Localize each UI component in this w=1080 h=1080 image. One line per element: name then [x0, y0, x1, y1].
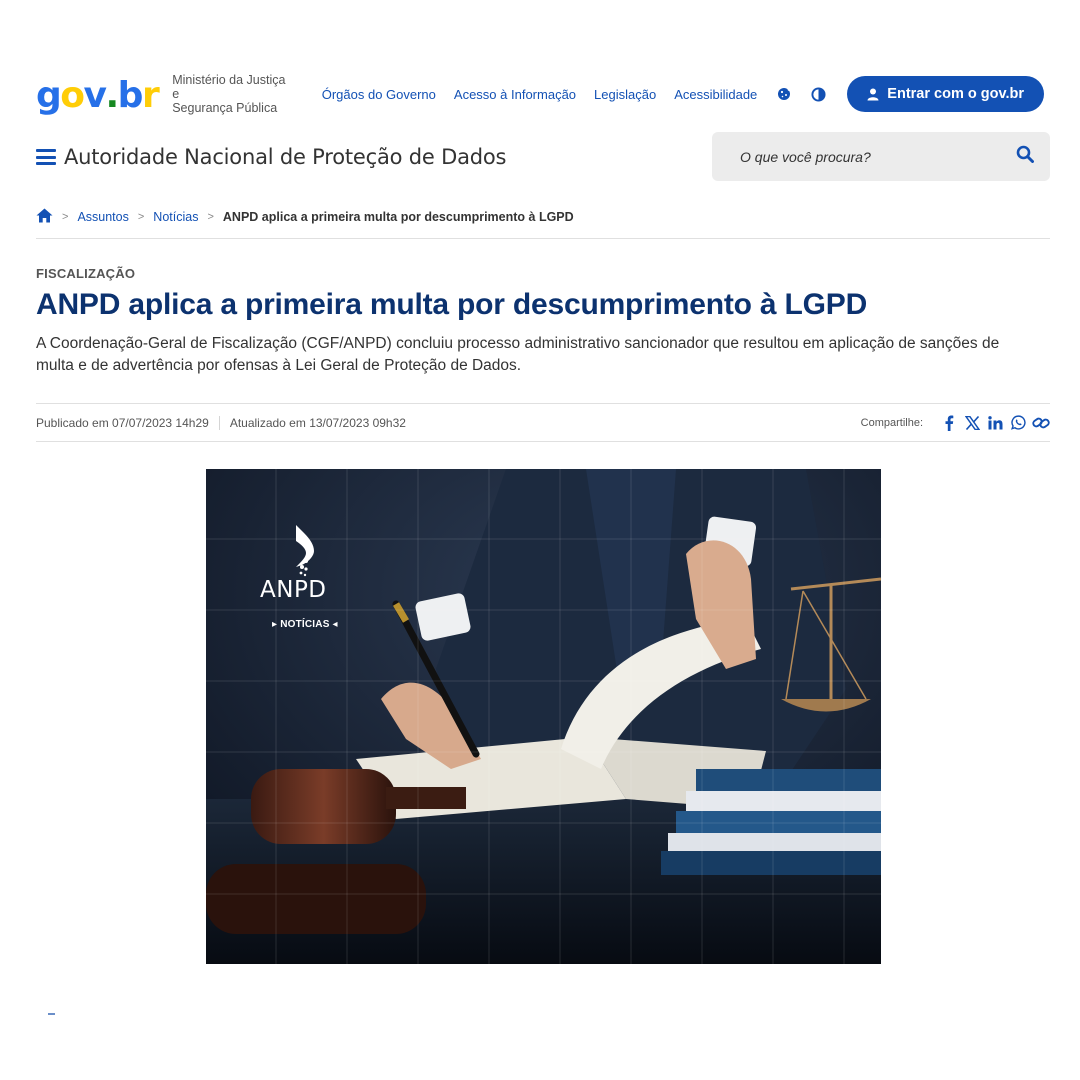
divider [36, 441, 1050, 442]
ministry-name: Ministério da Justiça e Segurança Públic… [172, 73, 286, 115]
linkedin-icon[interactable] [986, 414, 1004, 432]
logo-letter: . [105, 75, 119, 116]
logo-letter: o [60, 75, 85, 116]
logo-letter: v [83, 75, 107, 116]
article-lead: A Coordenação-Geral de Fiscalização (CGF… [36, 335, 1000, 374]
link-icon[interactable] [1032, 414, 1050, 432]
hero-illustration [206, 469, 881, 964]
logo-letter: b [117, 75, 144, 116]
ministry-line: Segurança Pública [172, 101, 278, 115]
x-icon[interactable] [963, 414, 981, 432]
nav-link-acessibilidade[interactable]: Acessibilidade [674, 87, 757, 102]
menu-bar [36, 149, 56, 152]
login-label: Entrar com o [887, 86, 977, 102]
article-hero-image: ANPD ▸ NOTÍCIAS ◂ [206, 469, 881, 964]
share-label: Compartilhe: [860, 416, 923, 429]
cookie-icon[interactable] [775, 85, 793, 103]
article-title: ANPD aplica a primeira multa por descump… [36, 288, 868, 321]
published-date: Publicado em 07/07/2023 14h29 [36, 415, 220, 430]
menu-bar [36, 162, 56, 165]
ministry-line: Ministério da Justiça e [172, 73, 286, 101]
nav-link-legislacao[interactable]: Legislação [594, 87, 656, 102]
breadcrumb-item-noticias[interactable]: Notícias [153, 210, 198, 224]
divider [36, 238, 1050, 239]
home-icon[interactable] [36, 208, 53, 226]
facebook-icon[interactable] [940, 414, 958, 432]
nav-link-orgaos[interactable]: Órgãos do Governo [322, 87, 436, 102]
hamburger-menu-button[interactable] [36, 147, 56, 167]
hero-tag-text: ▸ NOTÍCIAS ◂ [272, 619, 338, 630]
site-header: Autoridade Nacional de Proteção de Dados [36, 132, 1050, 182]
top-header: gov.br Ministério da Justiça e Segurança… [36, 72, 1044, 116]
article-kicker: FISCALIZAÇÃO [36, 266, 136, 281]
article-meta: Publicado em 07/07/2023 14h29 Atualizado… [36, 404, 1050, 441]
login-govbr-button[interactable]: Entrar com o gov.br [847, 76, 1044, 112]
whatsapp-icon[interactable] [1009, 414, 1027, 432]
hero-brand-text: ANPD [260, 577, 327, 603]
logo-letter: g [36, 75, 62, 116]
govbr-logo[interactable]: gov.br [36, 74, 160, 116]
breadcrumb-separator: > [207, 211, 214, 223]
search-icon[interactable] [1016, 145, 1034, 168]
updated-date: Atualizado em 13/07/2023 09h32 [229, 415, 406, 430]
breadcrumb: > Assuntos > Notícias > ANPD aplica a pr… [36, 206, 1050, 228]
menu-bar [36, 155, 56, 159]
site-title[interactable]: Autoridade Nacional de Proteção de Dados [64, 145, 506, 169]
login-brand: gov.br [980, 86, 1024, 102]
nav-link-acesso-informacao[interactable]: Acesso à Informação [454, 87, 576, 102]
page-fragment [48, 1013, 55, 1015]
user-icon [867, 88, 879, 101]
search-box [712, 132, 1050, 181]
logo-letter: r [141, 75, 160, 116]
share-bar: Compartilhe: [861, 414, 1050, 432]
contrast-icon[interactable] [809, 85, 827, 103]
breadcrumb-item-assuntos[interactable]: Assuntos [77, 210, 128, 224]
breadcrumb-separator: > [62, 211, 69, 223]
breadcrumb-current: ANPD aplica a primeira multa por descump… [222, 210, 574, 224]
breadcrumb-separator: > [137, 211, 145, 223]
top-nav: Órgãos do Governo Acesso à Informação Le… [322, 85, 844, 103]
search-input[interactable] [740, 148, 1016, 165]
